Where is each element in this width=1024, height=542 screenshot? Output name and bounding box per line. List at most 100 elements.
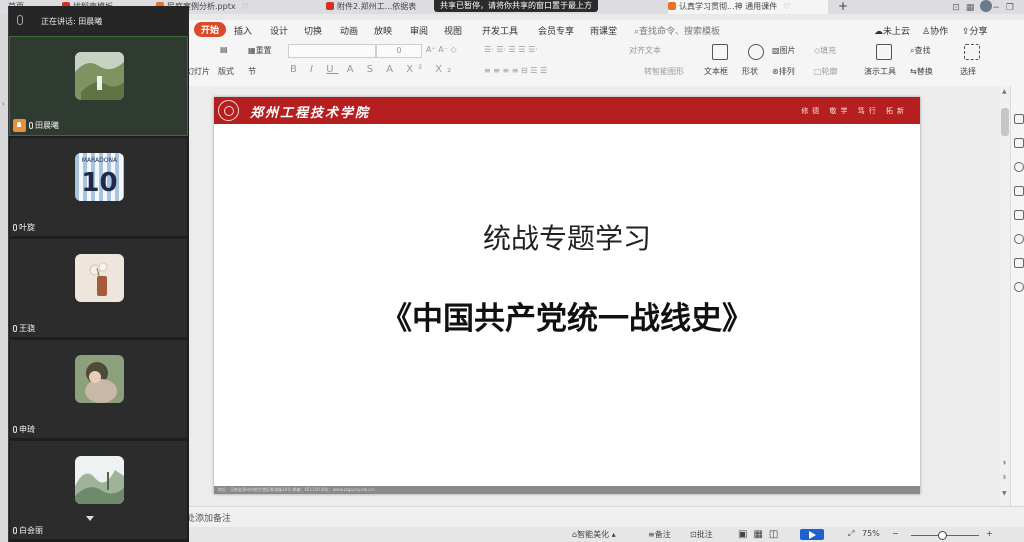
fill-button[interactable]: ◇填充 bbox=[814, 45, 836, 56]
participant-tile[interactable]: 白会丽 bbox=[10, 441, 187, 539]
presentation-tools-button[interactable]: 演示工具 bbox=[864, 66, 896, 77]
pane-design-icon[interactable] bbox=[1014, 186, 1024, 196]
layout-gallery-icon[interactable]: ▤ bbox=[220, 45, 228, 54]
pane-help-icon[interactable] bbox=[1014, 282, 1024, 292]
menu-animation[interactable]: 动画 bbox=[340, 24, 358, 37]
zoom-in-button[interactable]: + bbox=[986, 529, 993, 538]
zoom-slider-knob[interactable] bbox=[937, 531, 947, 540]
participant-tile[interactable]: 10 MARADONA 叶旋 bbox=[10, 138, 187, 236]
participant-tile[interactable]: 田晨曦 bbox=[9, 36, 188, 136]
section-button[interactable]: 节 bbox=[248, 66, 256, 77]
scroll-down-icon[interactable]: ▼ bbox=[1002, 490, 1007, 497]
play-slideshow-button[interactable] bbox=[800, 529, 824, 540]
arrange-button[interactable]: ⊛排列 bbox=[772, 66, 795, 77]
menu-slideshow[interactable]: 放映 bbox=[374, 24, 392, 37]
left-edge-strip: ‹ bbox=[0, 14, 8, 542]
find-button[interactable]: ⌕查找 bbox=[910, 45, 930, 56]
grow-font-icon[interactable]: A⁺ A⁻ ◇ bbox=[426, 45, 457, 54]
share-label: 分享 bbox=[969, 27, 988, 37]
menu-view[interactable]: 视图 bbox=[444, 24, 462, 37]
scrollbar-thumb[interactable] bbox=[1001, 108, 1009, 136]
shape-icon[interactable] bbox=[748, 44, 764, 60]
scroll-down-page-icon[interactable]: ⇟ bbox=[1002, 474, 1007, 481]
comment-toggle[interactable]: ⊡批注 bbox=[690, 529, 713, 540]
fit-window-icon[interactable]: ⤢ bbox=[848, 529, 854, 539]
font-size-select[interactable]: 0 bbox=[376, 44, 422, 58]
slide-subtitle: 统战专题学习 bbox=[482, 222, 651, 255]
pane-folder-icon[interactable] bbox=[1014, 258, 1024, 268]
collaborate-button[interactable]: ♙协作 bbox=[922, 24, 948, 37]
close-icon[interactable]: ♡ bbox=[242, 2, 249, 11]
participant-name: 申琦 bbox=[13, 424, 35, 435]
align-text-button[interactable]: 对齐文本 bbox=[629, 45, 661, 56]
pane-target-icon[interactable] bbox=[1014, 234, 1024, 244]
scroll-up-icon[interactable]: ▲ bbox=[1002, 88, 1007, 95]
select-button[interactable]: 选择 bbox=[960, 66, 976, 77]
view-mode-icons[interactable]: ▣▦◫ bbox=[738, 529, 784, 540]
pane-style-icon[interactable] bbox=[1014, 114, 1024, 124]
replace-icon: ⇆ bbox=[910, 67, 917, 76]
notes-toggle[interactable]: ≡备注 bbox=[648, 529, 671, 540]
notes-toggle-label: 备注 bbox=[654, 530, 671, 539]
replace-button[interactable]: ⇆替换 bbox=[910, 66, 933, 77]
close-icon[interactable]: ♡ bbox=[783, 2, 790, 11]
menu-insert[interactable]: 插入 bbox=[234, 24, 252, 37]
restore-icon[interactable]: ❐ bbox=[1006, 3, 1020, 13]
meeting-participant-panel: 正在讲话: 田晨曦 田晨曦 10 MARADONA 叶旋 王骁 申琦 白会丽 bbox=[8, 6, 189, 542]
font-format-icons[interactable]: B I U A S A X² X₂ bbox=[290, 64, 456, 75]
tab-attachment-label: 附件2.郑州工...依据表 bbox=[337, 2, 417, 11]
font-family-select[interactable] bbox=[288, 44, 376, 58]
reset-button[interactable]: ▦重置 bbox=[248, 45, 272, 56]
cloud-status[interactable]: ☁未上云 bbox=[874, 24, 910, 37]
menu-dev-tools[interactable]: 开发工具 bbox=[482, 24, 518, 37]
zoom-out-button[interactable]: − bbox=[892, 529, 899, 538]
pane-property-icon[interactable] bbox=[1014, 138, 1024, 148]
arrange-label: 排列 bbox=[778, 67, 795, 76]
menu-design[interactable]: 设计 bbox=[270, 24, 288, 37]
layout-icon[interactable]: ⊡ bbox=[952, 3, 966, 13]
mic-icon bbox=[29, 122, 33, 129]
minimize-icon[interactable]: − bbox=[992, 3, 1006, 13]
layout-button[interactable]: 版式 bbox=[218, 66, 234, 77]
tab-attachment-2[interactable]: 附件2.郑州工...依据表 bbox=[326, 0, 430, 14]
new-slide-button[interactable]: 幻灯片 bbox=[186, 66, 210, 77]
command-search[interactable]: ⌕查找命令、搜索模板 bbox=[634, 24, 720, 37]
notes-area[interactable]: 处添加备注 bbox=[186, 506, 1024, 527]
slide[interactable]: 郑州工程技术学院 修德 敬学 笃行 拓新 统战专题学习 《中国共产党统一战线史》… bbox=[214, 97, 920, 494]
expand-more-icon[interactable] bbox=[86, 516, 94, 521]
textbox-button[interactable]: 文本框 bbox=[704, 66, 728, 77]
shape-button[interactable]: 形状 bbox=[742, 66, 758, 77]
textbox-icon[interactable] bbox=[712, 44, 728, 60]
user-avatar[interactable] bbox=[980, 0, 993, 12]
participant-tile[interactable]: 申琦 bbox=[10, 340, 187, 438]
picture-button[interactable]: ▧图片 bbox=[772, 45, 796, 56]
select-icon[interactable] bbox=[964, 44, 980, 60]
align-icons[interactable]: ≡ ≡ ≡ ≡ ⊟ ☰ ☰ bbox=[484, 66, 547, 75]
smartart-button[interactable]: 转智能图形 bbox=[644, 66, 684, 77]
menu-rain-classroom[interactable]: 雨课堂 bbox=[590, 24, 617, 37]
bullets-icon[interactable]: ☰· ☰· ☰ ☰ ☰· bbox=[484, 45, 538, 54]
zoom-level[interactable]: 75% bbox=[862, 529, 880, 538]
mic-muted-icon bbox=[13, 527, 17, 534]
outline-button[interactable]: □轮廓 bbox=[814, 66, 838, 77]
comment-toggle-label: 批注 bbox=[696, 530, 713, 539]
presentation-tools-icon[interactable] bbox=[876, 44, 892, 60]
scroll-up-page-icon[interactable]: ⇞ bbox=[1002, 460, 1007, 467]
tab-current-courseware[interactable]: 认真学习贯彻...神 通用课件 ♡ bbox=[668, 0, 828, 14]
pane-backup-icon[interactable] bbox=[1014, 210, 1024, 220]
find-label: 查找 bbox=[914, 46, 931, 55]
participant-tile[interactable]: 王骁 bbox=[10, 239, 187, 337]
collapse-arrow-icon[interactable]: ‹ bbox=[2, 100, 5, 108]
menu-member[interactable]: 会员专享 bbox=[538, 24, 574, 37]
grid-icon[interactable]: ▦ bbox=[966, 3, 981, 13]
new-tab-plus-icon[interactable]: + bbox=[838, 0, 850, 14]
pane-animation-icon[interactable] bbox=[1014, 162, 1024, 172]
smart-beautify-button[interactable]: ⌂智能美化 ▴ bbox=[572, 529, 616, 540]
menu-start[interactable]: 开始 bbox=[194, 22, 227, 37]
menu-transition[interactable]: 切换 bbox=[304, 24, 322, 37]
ribbon: ▤ ▦重置 幻灯片 版式 节 0 A⁺ A⁻ ◇ B I U A S A X² … bbox=[186, 40, 1024, 87]
vertical-scrollbar[interactable]: ▲ ⇞ ⇟ ▼ bbox=[1000, 86, 1010, 506]
menu-review[interactable]: 审阅 bbox=[410, 24, 428, 37]
share-button[interactable]: ⇪分享 bbox=[962, 24, 988, 37]
pdf-icon bbox=[326, 2, 334, 10]
